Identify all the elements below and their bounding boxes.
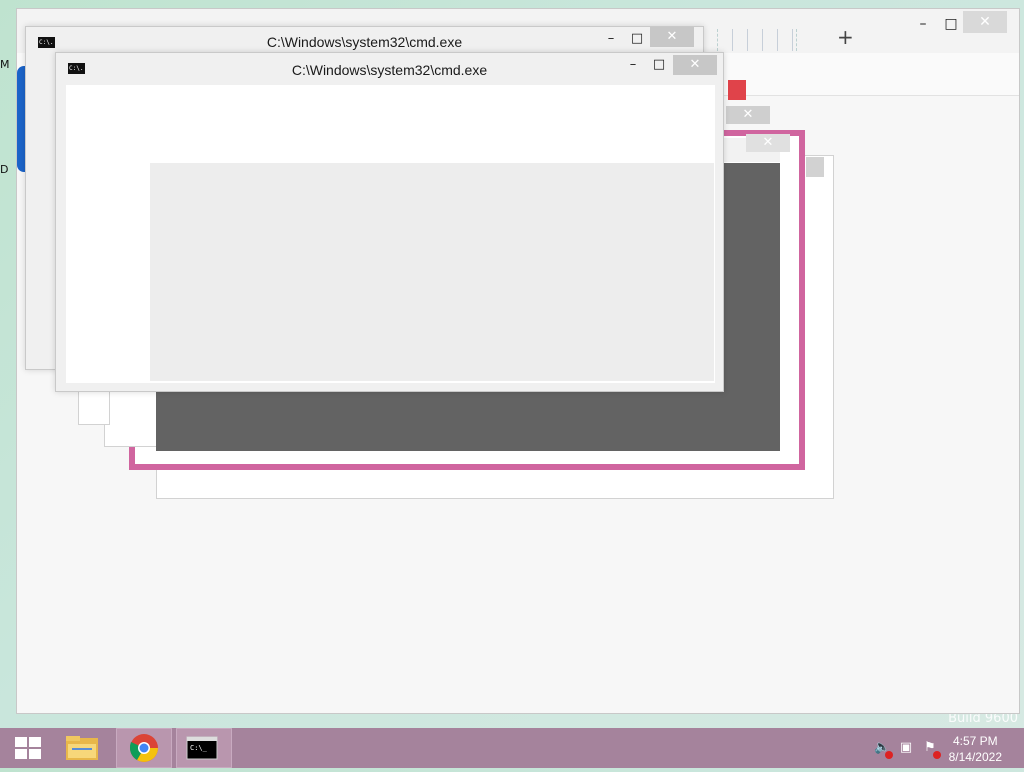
start-button[interactable] (4, 728, 48, 768)
chrome-icon (129, 734, 158, 762)
ghost-window-panel (104, 387, 158, 447)
ghost-window-corner (806, 157, 824, 177)
windows-logo-icon (15, 737, 41, 759)
command-prompt-icon: C:\_ (186, 736, 218, 760)
desktop-icon-label[interactable]: D (0, 163, 10, 176)
folder-icon (66, 736, 98, 760)
taskbar: C:\_ 🔈 ▣ ⚑ 4:57 PM 8/14/2022 (0, 728, 1024, 768)
red-close-ghost (728, 80, 746, 100)
taskbar-command-prompt[interactable]: C:\_ (176, 728, 232, 768)
ghost-overlay (150, 163, 714, 381)
network-icon[interactable]: ▣ (898, 740, 914, 756)
taskbar-file-explorer[interactable] (54, 728, 110, 768)
close-button[interactable]: ✕ (673, 55, 717, 75)
clock-time: 4:57 PM (952, 734, 998, 748)
taskbar-chrome[interactable] (116, 728, 172, 768)
close-button[interactable]: ✕ (963, 11, 1007, 33)
ghost-close-button: ✕ (746, 134, 790, 152)
tab-strip-ghost (717, 29, 797, 51)
volume-icon[interactable]: 🔈 (874, 740, 893, 759)
maximize-button[interactable]: □ (624, 29, 650, 49)
action-center-icon[interactable]: ⚑ (922, 740, 941, 759)
close-button[interactable]: ✕ (650, 27, 694, 47)
clock-date: 8/14/2022 (948, 750, 1002, 764)
minimize-button[interactable]: – (620, 55, 646, 75)
svg-text:C:\_: C:\_ (190, 744, 208, 752)
clock[interactable]: 4:57 PM 8/14/2022 (949, 733, 1002, 765)
new-tab-button[interactable]: + (837, 25, 854, 49)
ghost-close-button: ✕ (726, 106, 770, 124)
minimize-button[interactable]: – (598, 29, 624, 49)
maximize-button[interactable]: □ (646, 55, 672, 75)
desktop-icon-label[interactable]: M (0, 58, 10, 71)
